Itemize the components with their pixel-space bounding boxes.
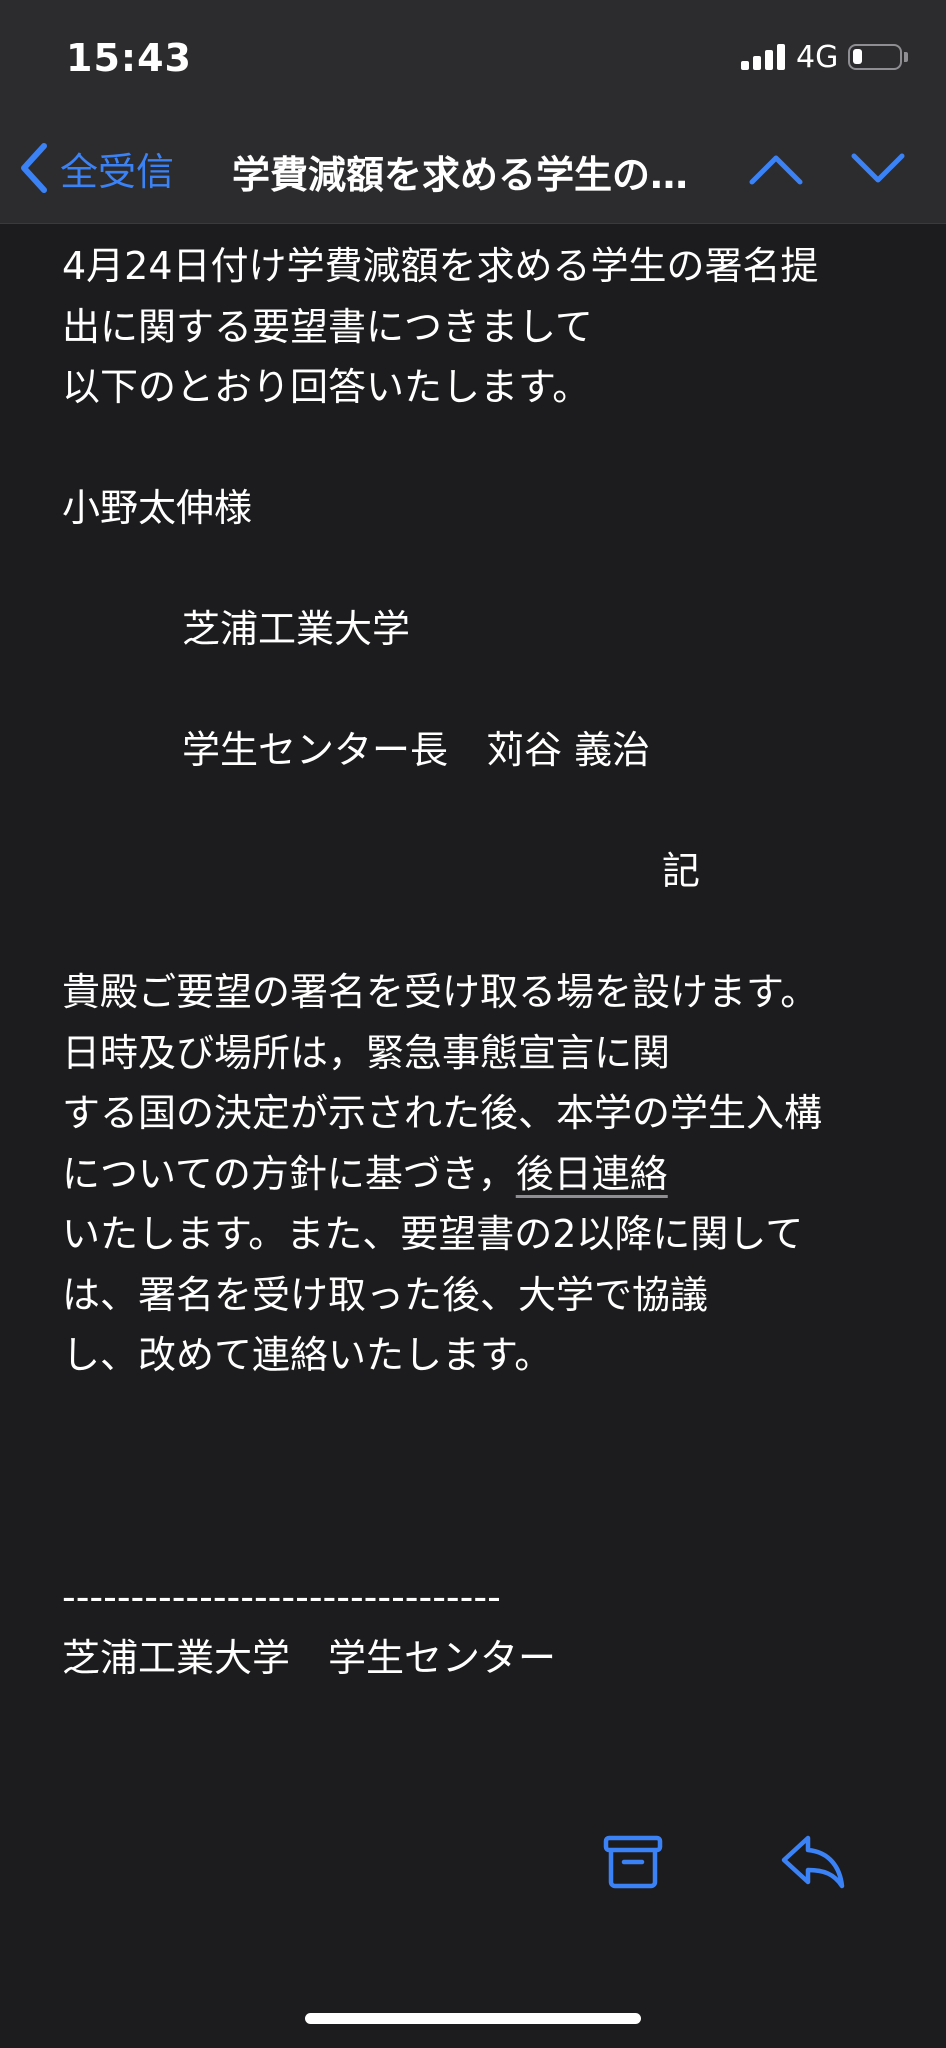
body-line — [62, 1507, 892, 1568]
body-line: 貴殿ご要望の署名を受け取る場を設けます。 — [62, 970, 819, 1014]
body-line-text: についての方針に基づき， — [62, 1151, 516, 1196]
body-line — [62, 539, 892, 600]
next-message-button[interactable] — [848, 142, 908, 194]
signature: 芝浦工業大学 学生センター — [62, 1635, 557, 1680]
body-line: し、改めて連絡いたします。 — [62, 1333, 553, 1377]
ki-heading: 記 — [662, 849, 701, 893]
back-button[interactable]: 全受信 — [18, 136, 174, 200]
recipient-name: 小野太伸様 — [62, 486, 253, 530]
body-line — [62, 1386, 892, 1447]
body-line: いたします。また、要望書の2以降に関して — [62, 1212, 804, 1256]
back-label: 全受信 — [60, 149, 175, 194]
reply-icon — [781, 1835, 845, 1889]
chevron-left-icon — [21, 143, 47, 193]
date-link[interactable]: 後日連絡 — [516, 1152, 668, 1196]
chevron-up-icon — [749, 155, 803, 185]
home-indicator — [305, 2013, 641, 2024]
archive-icon — [603, 1835, 663, 1889]
message-body: 4月24日付け学費減額を求める学生の署名提 出に関する要望書につきまして 以下の… — [62, 236, 892, 1688]
body-line — [62, 1446, 892, 1507]
signal-strength-icon — [741, 44, 785, 70]
sender-title: 学生センター長 苅谷 義治 — [182, 728, 651, 772]
network-type: 4G — [796, 40, 839, 75]
nav-bar: 全受信 学費減額を求める学生の… — [0, 118, 946, 224]
chevron-down-icon — [851, 153, 905, 183]
battery-icon — [848, 44, 902, 70]
body-line: についての方針に基づき，後日連絡 — [62, 1144, 892, 1205]
body-line: 出に関する要望書につきまして — [62, 304, 593, 349]
body-line — [62, 660, 892, 721]
battery-cap — [904, 52, 908, 62]
body-line: は、署名を受け取った後、大学で協議 — [62, 1272, 709, 1317]
battery-level — [853, 49, 862, 64]
archive-button[interactable] — [602, 1832, 664, 1890]
status-bar: 15:43 4G — [0, 0, 946, 118]
body-line: 以下のとおり回答いたします。 — [62, 365, 591, 409]
previous-message-button[interactable] — [746, 142, 806, 194]
body-line: 4月24日付け学費減額を求める学生の署名提 — [62, 244, 819, 288]
body-line — [62, 902, 892, 963]
body-line — [62, 418, 892, 479]
status-time: 15:43 — [66, 36, 192, 80]
body-line: する国の決定が示された後、本学の学生入構 — [62, 1091, 823, 1135]
sender-organization: 芝浦工業大学 — [182, 607, 411, 651]
message-subject: 学費減額を求める学生の… — [232, 153, 689, 197]
body-line — [62, 781, 892, 842]
reply-button[interactable] — [780, 1834, 846, 1890]
signature-divider: -------------------------------- — [62, 1575, 501, 1619]
body-line: 日時及び場所は，緊急事態宣言に関 — [62, 1030, 671, 1075]
